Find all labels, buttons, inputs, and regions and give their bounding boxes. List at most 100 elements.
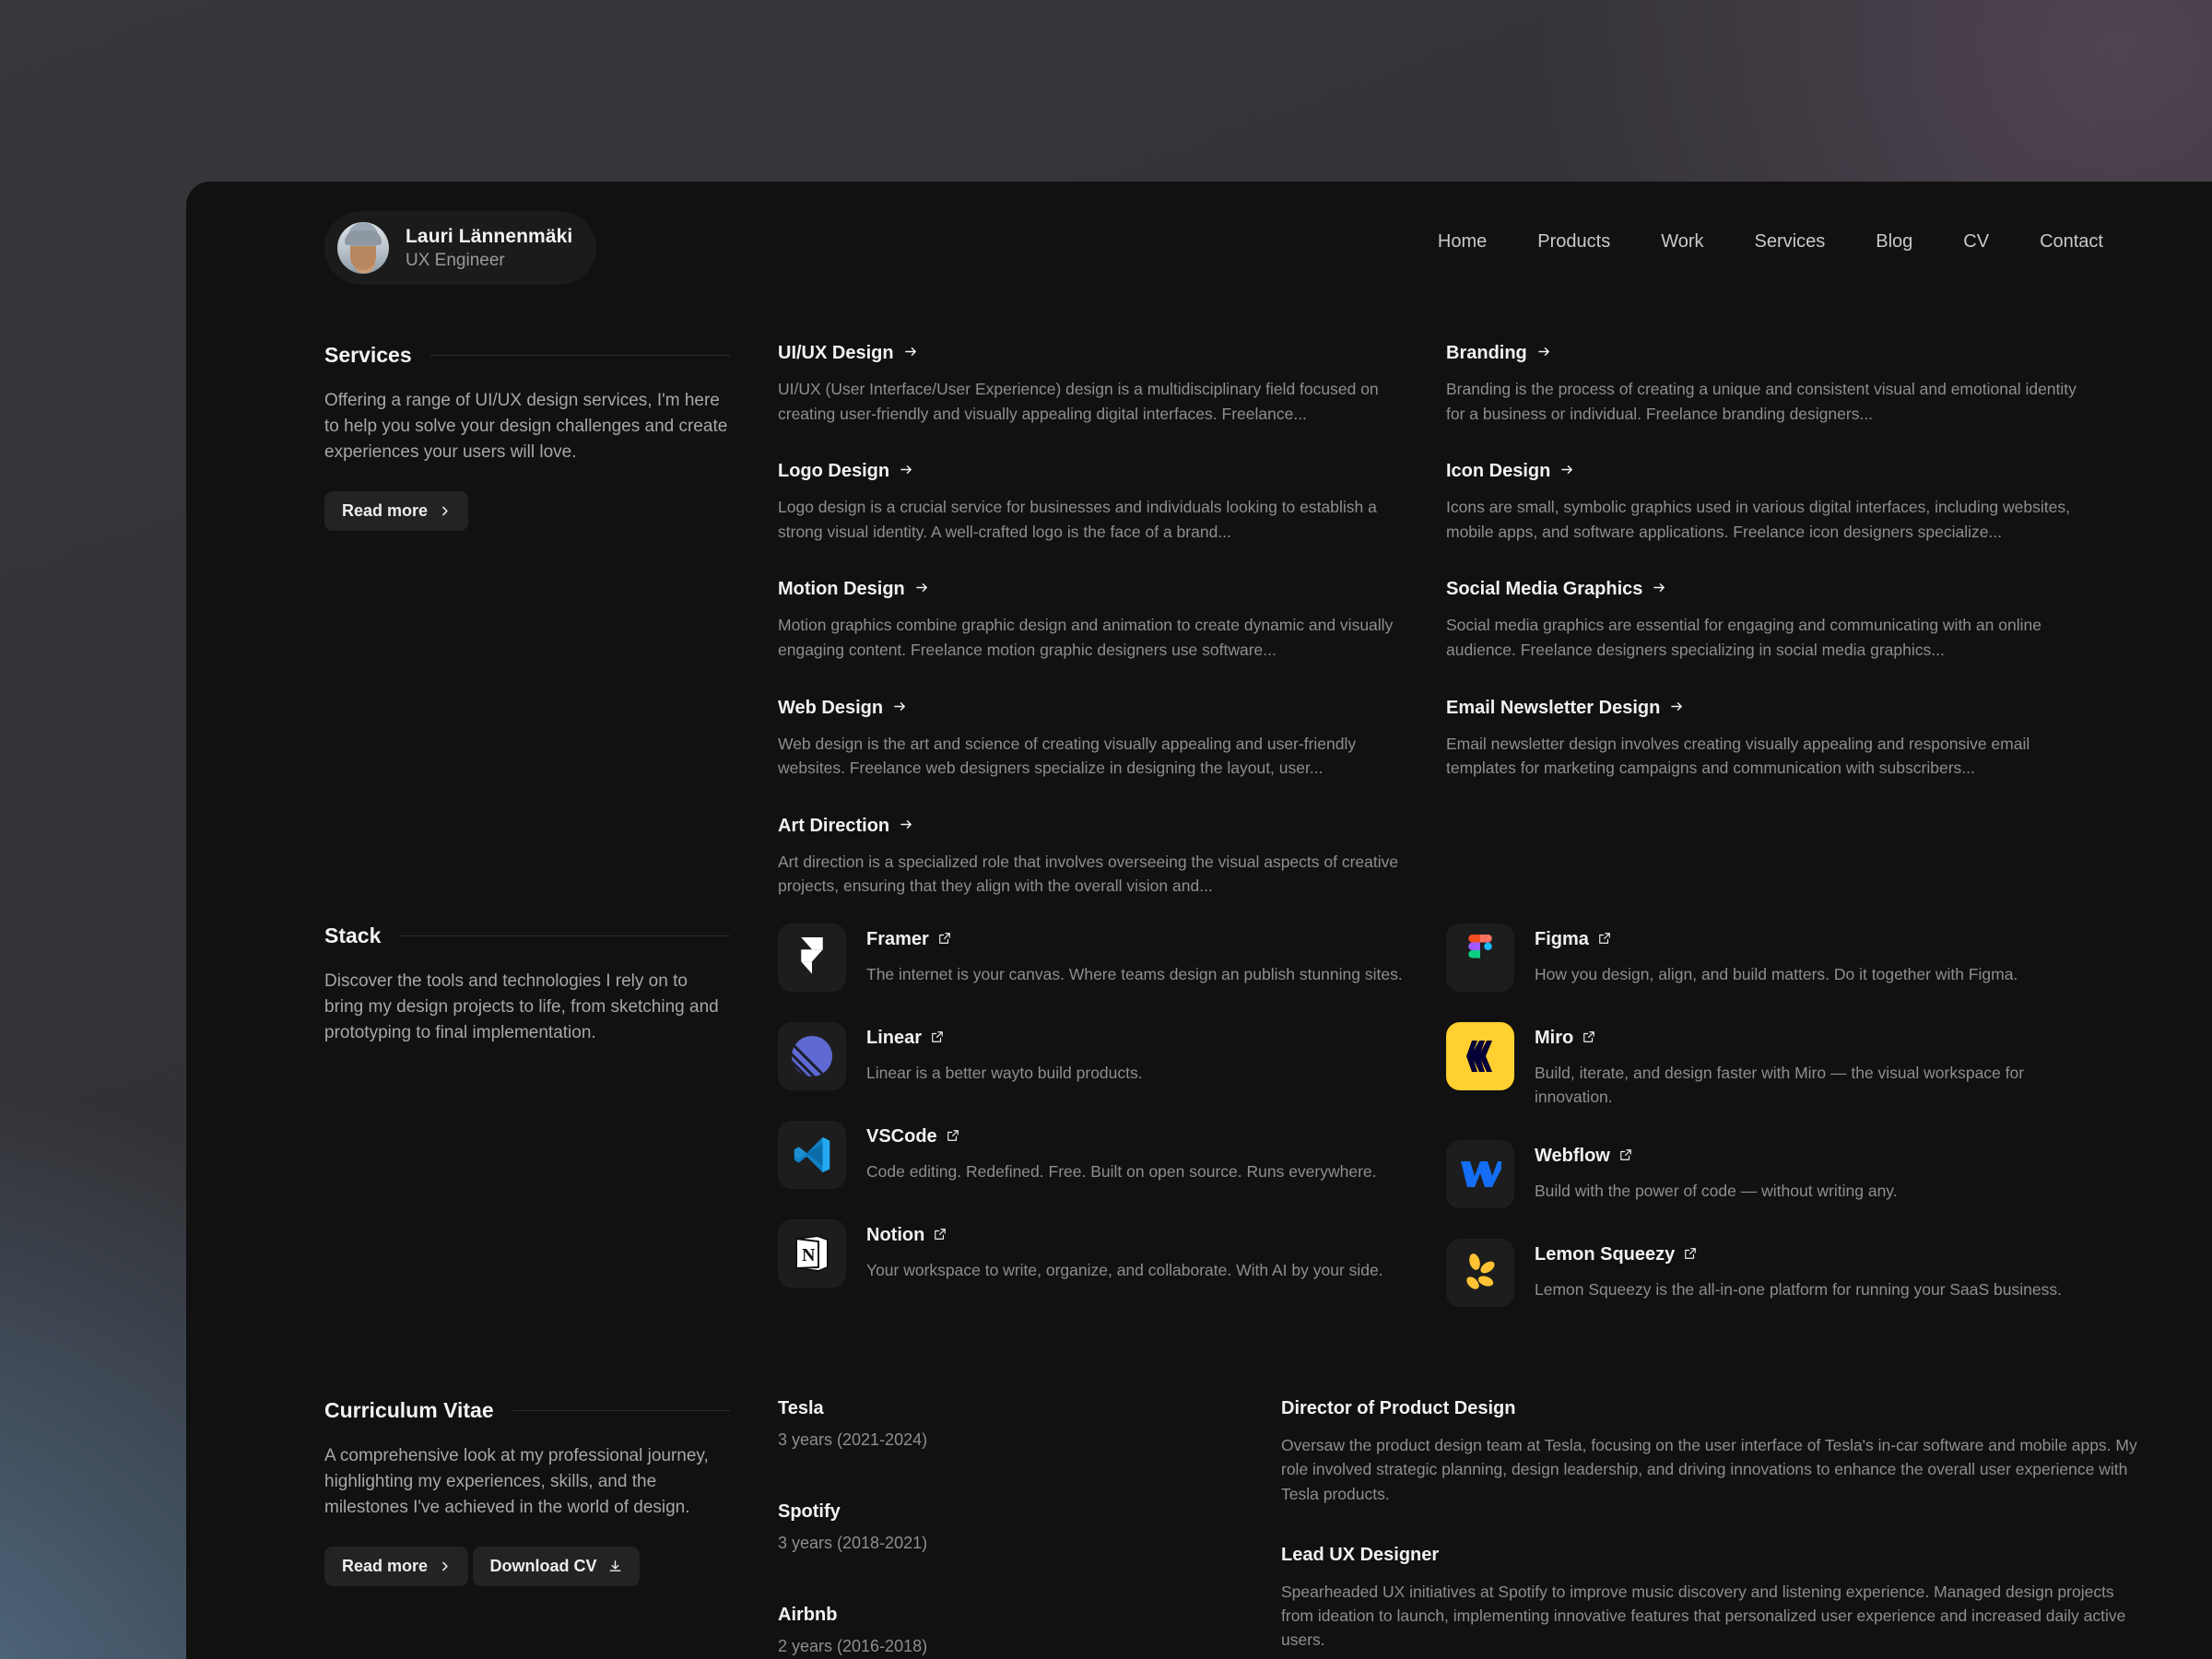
external-link-icon [947,1126,959,1147]
stack-description: Build, iterate, and design faster with M… [1535,1064,2025,1107]
external-link-icon [1684,1244,1697,1265]
nav-item-home[interactable]: Home [1438,229,1487,253]
cv-companies-column: Tesla 3 years (2021-2024) Spotify 3 year… [778,1398,1202,1659]
cv-role-description: Oversaw the product design team at Tesla… [1281,1436,2137,1503]
stack-item: VSCode Code editing. Redefined. Free. Bu… [778,1121,1423,1189]
arrow-right-icon [1560,461,1574,482]
service-name: Art Direction [778,815,890,836]
cv-intro: Curriculum Vitae A comprehensive look at… [324,1398,730,1587]
download-icon [608,1559,622,1573]
service-description: Web design is the art and science of cre… [778,734,1357,778]
stack-link-miro[interactable]: Miro [1535,1028,2091,1049]
stack-item: Webflow Build with the power of code — w… [1446,1139,2091,1208]
service-item: Email Newsletter Design Email newsletter… [1446,698,2091,781]
service-name: Branding [1446,343,1527,363]
service-link-ui-ux-design[interactable]: UI/UX Design [778,343,1423,364]
service-name: Email Newsletter Design [1446,697,1661,718]
service-description: Motion graphics combine graphic design a… [778,616,1394,659]
cv-role-description: Spearheaded UX initiatives at Spotify to… [1281,1582,2126,1650]
stack-link-lemon-squeezy[interactable]: Lemon Squeezy [1535,1244,2062,1265]
chevron-right-icon [439,505,451,517]
cv-role-title: Lead UX Designer [1281,1544,1440,1565]
cv-description: A comprehensive look at my professional … [324,1446,709,1518]
nav-item-services[interactable]: Services [1755,229,1826,253]
avatar [337,222,389,274]
stack-name-label: Miro [1535,1028,1574,1048]
arrow-right-icon [915,579,929,600]
nav-item-products[interactable]: Products [1537,229,1610,253]
cv-role-item: Lead UX Designer Spearheaded UX initiati… [1281,1545,2147,1653]
profile-pill[interactable]: Lauri Lännenmäki UX Engineer [324,211,597,285]
stack-column-left: Framer The internet is your canvas. Wher… [778,924,1423,1318]
stack-description: Discover the tools and technologies I re… [324,971,719,1043]
services-column-right: Branding Branding is the process of crea… [1446,343,2091,816]
external-link-icon [1583,1028,1595,1049]
stack-description: Lemon Squeezy is the all-in-one platform… [1535,1279,2062,1299]
figma-logo-icon [1446,924,1514,992]
stack-item: Linear Linear is a better wayto build pr… [778,1022,1423,1090]
external-link-icon [934,1225,947,1246]
cv-company-name: Airbnb [778,1605,838,1625]
stack-name-label: VSCode [866,1126,937,1147]
arrow-right-icon [1537,343,1551,364]
stack-link-vscode[interactable]: VSCode [866,1126,1377,1147]
section-divider [429,355,730,356]
site-header: Lauri Lännenmäki UX Engineer Home Produc… [186,182,2212,301]
services-read-more-label: Read more [342,501,429,521]
service-link-motion-design[interactable]: Motion Design [778,579,1423,600]
webflow-logo-icon [1446,1139,1514,1208]
service-item: Social Media Graphics Social media graph… [1446,579,2091,662]
portfolio-card: Lauri Lännenmäki UX Engineer Home Produc… [186,182,2212,1659]
arrow-right-icon [904,343,918,364]
cv-title: Curriculum Vitae [324,1398,494,1422]
stack-link-notion[interactable]: Notion [866,1225,1383,1246]
service-link-web-design[interactable]: Web Design [778,698,1423,719]
download-cv-button[interactable]: Download CV [472,1547,640,1587]
arrow-right-icon [1670,698,1684,719]
cv-role-item: Director of Product Design Oversaw the p… [1281,1398,2147,1506]
arrow-right-icon [900,461,913,482]
nav-item-cv[interactable]: CV [1963,229,1989,253]
services-read-more-button[interactable]: Read more [324,491,469,532]
service-description: Icons are small, symbolic graphics used … [1446,498,2070,541]
service-link-art-direction[interactable]: Art Direction [778,816,1423,837]
stack-name-label: Linear [866,1028,923,1048]
section-divider [399,935,730,936]
service-description: Art direction is a specialized role that… [778,852,1399,896]
cv-company-period: 2 years (2016-2018) [778,1637,928,1655]
service-link-logo-design[interactable]: Logo Design [778,461,1423,482]
service-description: UI/UX (User Interface/User Experience) d… [778,380,1379,423]
arrow-right-icon [893,698,907,719]
cv-company-period: 3 years (2018-2021) [778,1534,928,1552]
service-description: Email newsletter design involves creatin… [1446,734,2030,778]
cv-role-title: Director of Product Design [1281,1398,1516,1418]
stack-link-figma[interactable]: Figma [1535,929,2018,950]
arrow-right-icon [900,816,913,837]
nav-item-contact[interactable]: Contact [2040,229,2103,253]
stack-name-label: Figma [1535,929,1589,949]
vscode-logo-icon [778,1121,846,1189]
svg-text:N: N [802,1245,816,1265]
service-link-social-media-graphics[interactable]: Social Media Graphics [1446,579,2091,600]
cv-read-more-label: Read more [342,1557,429,1576]
section-divider [512,1410,730,1411]
service-item: Motion Design Motion graphics combine gr… [778,579,1423,662]
lemon-squeezy-logo-icon [1446,1238,1514,1307]
stack-link-webflow[interactable]: Webflow [1535,1146,1898,1167]
service-link-icon-design[interactable]: Icon Design [1446,461,2091,482]
nav-item-blog[interactable]: Blog [1876,229,1912,253]
service-link-branding[interactable]: Branding [1446,343,2091,364]
service-link-email-newsletter-design[interactable]: Email Newsletter Design [1446,698,2091,719]
stack-description: How you design, align, and build matters… [1535,965,2018,983]
cv-read-more-button[interactable]: Read more [324,1547,469,1587]
service-description: Logo design is a crucial service for bus… [778,498,1377,541]
stack-item: Framer The internet is your canvas. Wher… [778,924,1423,992]
nav-item-work[interactable]: Work [1661,229,1703,253]
stack-link-linear[interactable]: Linear [866,1028,1143,1049]
service-name: Social Media Graphics [1446,579,1643,600]
cv-company-name: Tesla [778,1398,824,1418]
stack-description: Build with the power of code — without w… [1535,1181,1898,1200]
miro-logo-icon [1446,1022,1514,1090]
stack-link-framer[interactable]: Framer [866,929,1403,950]
service-item: Web Design Web design is the art and sci… [778,698,1423,781]
